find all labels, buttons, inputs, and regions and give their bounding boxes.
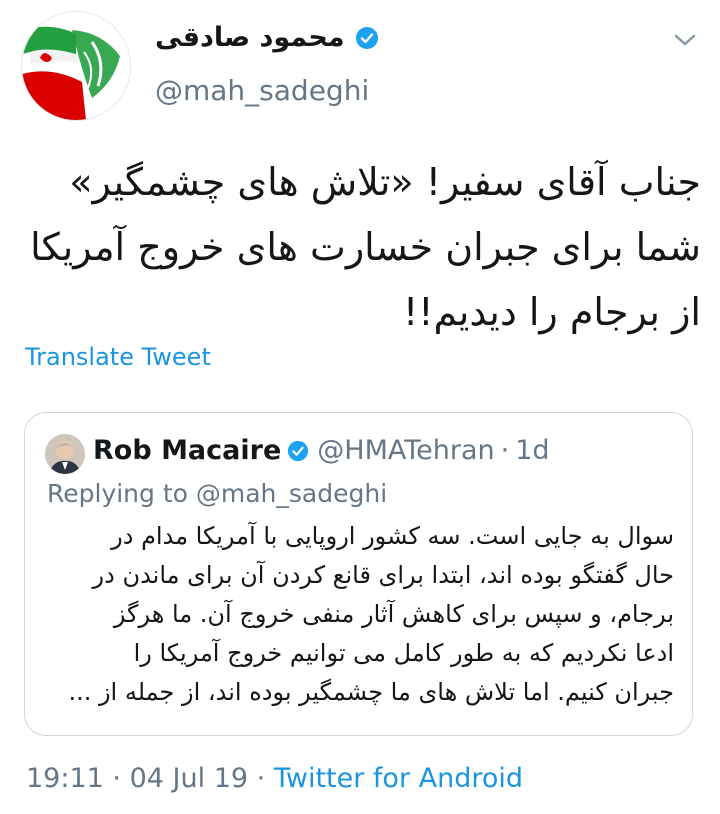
separator-dot: · [112, 763, 121, 794]
quoted-tweet-text: سوال به جایی است. سه کشور اروپایی با آمر… [45, 517, 674, 712]
quoted-tweet-time: 1d [515, 435, 550, 466]
chevron-down-icon[interactable] [672, 30, 698, 50]
quoted-author-avatar [45, 434, 85, 474]
quoted-avatar-image [45, 434, 85, 474]
verified-badge-icon [288, 440, 309, 461]
tweet-line: از برجام را دیدیم!! [403, 290, 701, 334]
author-name-text: محمود صادقی [155, 22, 345, 53]
author-avatar[interactable] [22, 12, 130, 120]
quoted-tweet-line: حال گفتگو بوده اند، ابتدا برای قانع کردن… [92, 561, 674, 589]
translate-tweet-link[interactable]: Translate Tweet [25, 343, 211, 371]
author-handle[interactable]: @mah_sadeghi [155, 74, 369, 107]
replying-to-text: Replying to @mah_sadeghi [47, 479, 388, 508]
tweet-line: شما برای جبران خسارت های خروج آمریکا [30, 225, 701, 269]
tweet-date: 04 Jul 19 [129, 763, 249, 794]
tweet-metadata: 19:11 · 04 Jul 19 · Twitter for Android [26, 763, 523, 794]
verified-badge-icon [355, 26, 378, 49]
separator-dot: · [256, 763, 266, 794]
quoted-tweet-line: ادعا نکردیم که به طور کامل می توانیم خرو… [133, 639, 674, 667]
quoted-author-name[interactable]: Rob Macaire [93, 435, 281, 466]
separator-dot: · [500, 435, 510, 466]
author-display-name[interactable]: محمود صادقی [155, 22, 379, 53]
tweet-time: 19:11 [26, 763, 104, 794]
tweet-line: جناب آقای سفیر! «تلاش های چشمگیر» [69, 160, 701, 204]
quoted-author-handle[interactable]: @HMATehran [317, 435, 494, 466]
quoted-tweet-line: برجام، و سپس برای کاهش آثار منفی خروج آن… [113, 600, 674, 628]
tweet-text: جناب آقای سفیر! «تلاش های چشمگیر» شما بر… [18, 150, 701, 345]
tweet-source-link[interactable]: Twitter for Android [274, 763, 523, 794]
quoted-tweet-card[interactable]: Rob Macaire @HMATehran · 1d Replying to … [24, 412, 693, 736]
avatar-image [22, 12, 130, 120]
quoted-tweet-line: جبران کنیم. اما تلاش های ما چشمگیر بوده … [68, 678, 674, 706]
quoted-tweet-line: سوال به جایی است. سه کشور اروپایی با آمر… [111, 522, 674, 550]
quoted-tweet-header: Rob Macaire @HMATehran · 1d [93, 435, 550, 466]
